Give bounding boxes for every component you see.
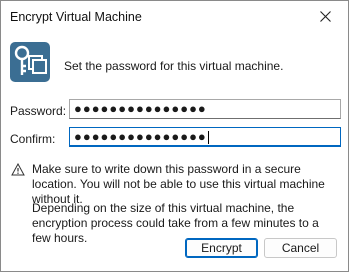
cancel-button[interactable]: Cancel [264, 238, 337, 258]
key-lock-icon [10, 42, 50, 82]
close-icon [320, 11, 331, 22]
confirm-field[interactable]: ●●●●●●●●●●●●●●● [69, 127, 341, 147]
close-button[interactable] [303, 1, 348, 32]
password-value: ●●●●●●●●●●●●●●● [74, 101, 207, 116]
text-caret [207, 131, 209, 145]
password-field[interactable]: ●●●●●●●●●●●●●●● [69, 99, 341, 119]
dialog-content: Set the password for this virtual machin… [1, 32, 348, 271]
dialog-window: Encrypt Virtual Machine Set the password… [0, 0, 349, 272]
intro-text: Set the password for this virtual machin… [64, 59, 284, 73]
title-bar: Encrypt Virtual Machine [1, 1, 348, 32]
password-label: Password: [10, 104, 67, 118]
warning-icon [11, 163, 25, 176]
encrypt-button[interactable]: Encrypt [185, 238, 258, 258]
confirm-value: ●●●●●●●●●●●●●●● [74, 129, 207, 144]
confirm-label: Confirm: [10, 132, 56, 146]
dialog-title: Encrypt Virtual Machine [10, 10, 142, 24]
